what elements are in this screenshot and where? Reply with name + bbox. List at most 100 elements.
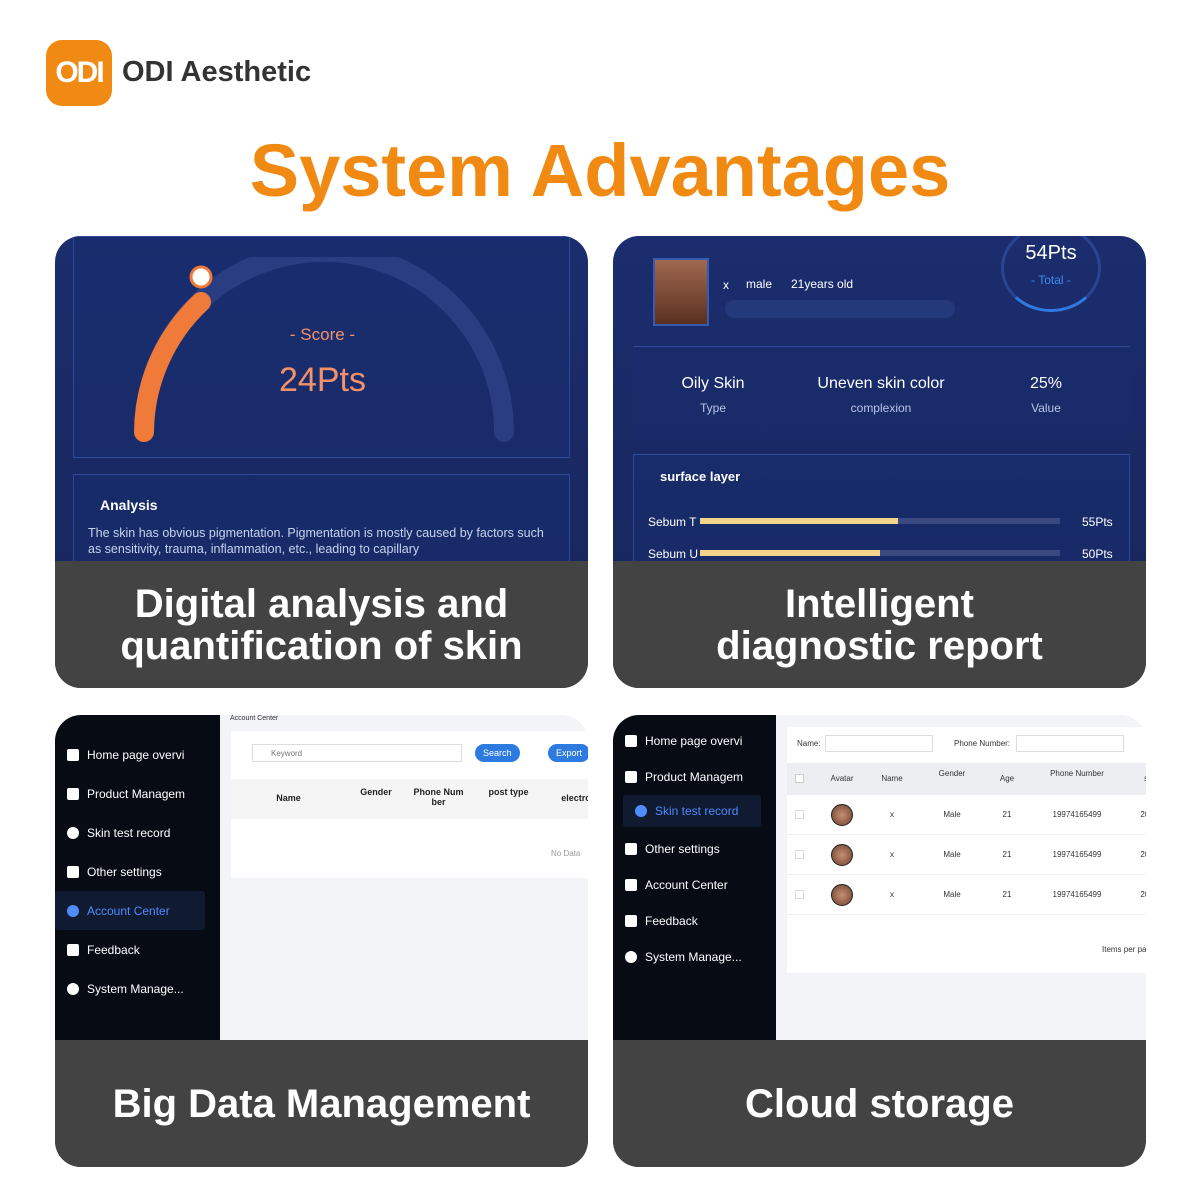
feedback-icon (67, 943, 79, 956)
menu-label: Account Center (645, 878, 728, 892)
menu-product[interactable]: Product Managem (55, 774, 220, 813)
table-cell: Male (943, 890, 961, 899)
name-input[interactable] (825, 735, 933, 752)
row-checkbox[interactable] (795, 850, 804, 859)
menu-account[interactable]: Account Center (55, 891, 205, 930)
name-label: Name: (797, 739, 821, 748)
menu-label: Feedback (87, 942, 140, 957)
menu-label: Product Managem (645, 770, 744, 784)
gear-icon (67, 982, 79, 995)
menu-other[interactable]: Other settings (613, 831, 776, 867)
menu-label: Home page overvi (645, 734, 743, 748)
bar-label: Sebum T (648, 515, 697, 529)
select-all-checkbox[interactable] (795, 774, 804, 783)
score-gauge (134, 257, 514, 442)
column-header[interactable]: Phone Number (1042, 769, 1112, 778)
bar-track (700, 550, 1060, 556)
brand-name: ODI Aesthetic (122, 56, 312, 88)
face-photo (653, 258, 709, 326)
grid-icon (67, 787, 79, 800)
stat-value: 25% (1029, 375, 1063, 392)
patient-name: x (723, 278, 729, 292)
name-bar (725, 300, 955, 318)
patient-gender: male (746, 277, 773, 291)
analysis-text: The skin has obvious pigmentation. Pigme… (88, 526, 544, 556)
avatar (831, 844, 853, 866)
table-row[interactable]: x Male 21 19974165499 202 (787, 795, 1146, 835)
column-header[interactable]: Avatar (817, 774, 867, 783)
table-cell: Male (943, 810, 961, 819)
stat-label: complexion (850, 401, 912, 415)
column-header: sl (1137, 774, 1146, 783)
score-value: 24Pts (279, 361, 366, 399)
menu-home[interactable]: Home page overvi (613, 723, 776, 759)
table-cell: 19974165499 (1052, 810, 1102, 819)
analysis-title: Analysis (100, 497, 158, 513)
row-checkbox[interactable] (795, 810, 804, 819)
table-cell: 202 (1140, 850, 1146, 859)
table-cell: 21 (1002, 890, 1012, 899)
menu-label: Skin test record (655, 804, 739, 818)
table-cell: x (890, 850, 894, 859)
empty-state: No Data (551, 849, 581, 858)
card-diagnostic-report: x male 21years old 54Pts - Total - Oily … (613, 236, 1146, 688)
total-score: 54Pts (1025, 242, 1077, 264)
menu-system[interactable]: System Manage... (613, 939, 776, 975)
table-cell: 202 (1140, 890, 1146, 899)
user-icon (625, 879, 637, 891)
column-header[interactable]: Age (987, 774, 1027, 783)
menu-label: System Manage... (645, 950, 742, 964)
search-button[interactable]: Search (475, 744, 520, 762)
bar-fill (700, 518, 898, 524)
clock-icon (67, 826, 79, 839)
table-cell: Male (943, 850, 961, 859)
column-header[interactable]: Name (872, 774, 912, 783)
menu-system[interactable]: System Manage... (55, 969, 220, 1008)
keyword-input[interactable] (252, 744, 462, 762)
patient-age: 21years old (791, 277, 854, 291)
caption: Intelligent diagnostic report (613, 561, 1146, 688)
grid-icon (625, 771, 637, 783)
surface-layer-panel: surface layer Sebum T 55Pts Sebum U 50Pt… (633, 454, 1130, 574)
column-header: electro (561, 793, 588, 803)
export-button[interactable]: Export (548, 744, 588, 762)
table-cell: 19974165499 (1052, 850, 1102, 859)
menu-label: Other settings (87, 864, 162, 879)
table-cell: 21 (1002, 850, 1012, 859)
phone-label: Phone Number: (954, 739, 1011, 748)
table-row[interactable]: x Male 21 19974165499 202 (787, 875, 1146, 915)
stat-value: Uneven skin color (817, 375, 945, 392)
menu-skin-test[interactable]: Skin test record (623, 795, 761, 827)
stats-row: Oily Skin Type Uneven skin color complex… (633, 346, 1130, 439)
menu-feedback[interactable]: Feedback (55, 930, 220, 969)
card-big-data: Home page overvi Product Managem Skin te… (55, 715, 588, 1167)
home-icon (67, 748, 79, 761)
menu-label: Skin test record (87, 825, 171, 840)
total-label: - Total - (1031, 273, 1071, 287)
breadcrumb: Account Center (230, 715, 279, 722)
column-header: Name (276, 793, 301, 803)
menu-feedback[interactable]: Feedback (613, 903, 776, 939)
caption: Digital analysis and quantification of s… (55, 561, 588, 688)
stat-label: Value (1031, 401, 1061, 415)
menu-product[interactable]: Product Managem (613, 759, 776, 795)
bar-label: Sebum U (648, 547, 699, 561)
list-icon (67, 865, 79, 878)
column-header[interactable]: Gender (351, 787, 401, 797)
phone-input[interactable] (1016, 735, 1124, 752)
column-header[interactable]: Gender (932, 769, 972, 778)
menu-other[interactable]: Other settings (55, 852, 220, 891)
feedback-icon (625, 915, 637, 927)
menu-label: Product Managem (87, 786, 186, 801)
menu-skin-test[interactable]: Skin test record (55, 813, 220, 852)
column-header[interactable]: post type (481, 787, 536, 797)
menu-home[interactable]: Home page overvi (55, 735, 220, 774)
menu-account[interactable]: Account Center (613, 867, 776, 903)
table-header: Avatar Name Gender Age Phone Number sl (787, 763, 1146, 795)
table-cell: x (890, 810, 894, 819)
clock-icon (635, 805, 647, 817)
table-row[interactable]: x Male 21 19974165499 202 (787, 835, 1146, 875)
row-checkbox[interactable] (795, 890, 804, 899)
bar-value: 55Pts (1082, 515, 1113, 529)
gear-icon (625, 951, 637, 963)
